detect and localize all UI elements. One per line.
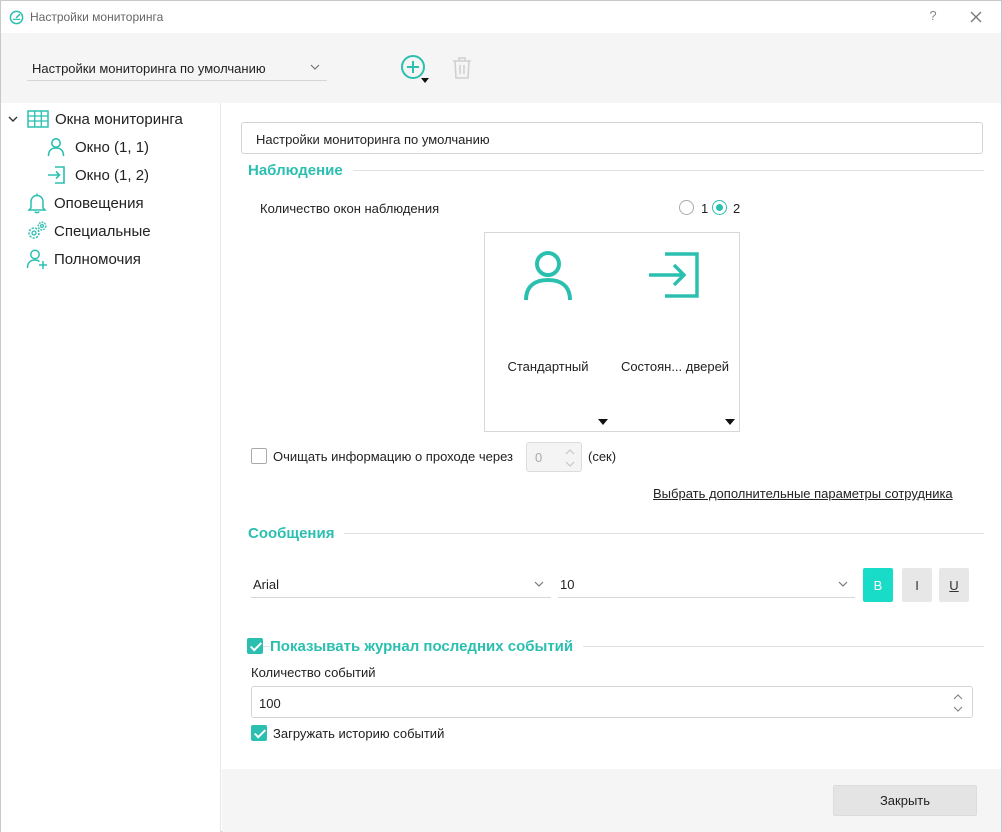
- dropdown-arrow-icon[interactable]: [598, 419, 608, 425]
- windows-count-label: Количество окон наблюдения: [260, 201, 440, 216]
- sidebar-item-label: Окна мониторинга: [55, 110, 183, 128]
- window-title: Настройки мониторинга: [30, 10, 164, 24]
- dropdown-arrow-icon[interactable]: [725, 419, 735, 425]
- stepper-arrows-icon[interactable]: [952, 691, 964, 715]
- help-button[interactable]: ?: [925, 8, 941, 23]
- sidebar-item-label: Окно (1, 1): [75, 138, 150, 156]
- chevron-down-icon: [310, 64, 320, 70]
- close-icon[interactable]: [968, 9, 984, 25]
- section-title-journal: Показывать журнал последних событий: [270, 638, 584, 655]
- person-icon: [524, 251, 572, 301]
- settings-content: Настройки мониторинга по умолчанию Наблю…: [222, 103, 1001, 769]
- clear-seconds-value: 0: [535, 450, 543, 465]
- profile-select-value: Настройки мониторинга по умолчанию: [32, 61, 266, 76]
- windows-layout-panel: Стандартный Состоян... дверей: [484, 232, 740, 432]
- radio-windows-1-label: 1: [701, 201, 709, 216]
- sidebar-item-notifications[interactable]: Оповещения: [26, 191, 144, 215]
- sidebar-item-window-1-1[interactable]: Окно (1, 1): [46, 135, 149, 159]
- load-history-checkbox[interactable]: [251, 725, 267, 741]
- delete-profile-button[interactable]: [450, 55, 474, 81]
- profile-name-input[interactable]: Настройки мониторинга по умолчанию: [241, 122, 983, 154]
- sidebar-item-label: Окно (1, 2): [75, 166, 150, 184]
- font-size-value: 10: [560, 577, 575, 592]
- sidebar-item-label: Оповещения: [54, 194, 144, 212]
- gauge-icon: [9, 10, 24, 25]
- section-title-observation: Наблюдение: [248, 162, 353, 179]
- underline-button[interactable]: U: [939, 568, 969, 602]
- profile-select[interactable]: Настройки мониторинга по умолчанию: [27, 55, 327, 81]
- events-count-label: Количество событий: [251, 665, 376, 680]
- italic-button[interactable]: I: [902, 568, 932, 602]
- load-history-label: Загружать историю событий: [273, 726, 445, 741]
- clear-info-checkbox[interactable]: [251, 448, 267, 464]
- font-size-select[interactable]: 10: [558, 572, 855, 598]
- bell-icon: [27, 193, 47, 214]
- clear-seconds-stepper[interactable]: 0: [526, 442, 582, 472]
- sidebar-item-label: Специальные: [54, 222, 151, 240]
- sidebar-item-permissions[interactable]: Полномочия: [26, 247, 141, 271]
- sidebar-item-label: Полномочия: [54, 250, 141, 268]
- window-cell-label-2[interactable]: Состоян... дверей: [615, 359, 735, 374]
- events-count-input[interactable]: 100: [251, 686, 973, 718]
- sidebar-item-special[interactable]: Специальные: [26, 219, 151, 243]
- add-profile-button[interactable]: [399, 53, 431, 85]
- sidebar: Окна мониторинга Окно (1, 1) Окно (1, 2)…: [1, 103, 221, 832]
- sidebar-item-window-1-2[interactable]: Окно (1, 2): [46, 163, 149, 187]
- radio-windows-2-label: 2: [733, 201, 741, 216]
- section-divider: [248, 170, 984, 171]
- events-count-value: 100: [259, 696, 281, 711]
- chevron-down-icon: [534, 581, 544, 587]
- grid-icon: [27, 110, 49, 128]
- chevron-down-icon: [838, 581, 848, 587]
- sidebar-item-monitoring-windows[interactable]: Окна мониторинга: [7, 107, 183, 131]
- stepper-arrows-icon[interactable]: [565, 447, 575, 469]
- clear-unit-label: (сек): [588, 449, 617, 464]
- chevron-down-icon[interactable]: [7, 113, 19, 125]
- footer: Закрыть: [222, 769, 1001, 832]
- bold-button[interactable]: B: [863, 568, 893, 602]
- section-title-messages: Сообщения: [248, 525, 345, 542]
- user-add-icon: [26, 249, 47, 269]
- settings-window: Настройки мониторинга ? Настройки монито…: [0, 0, 1002, 832]
- window-cell-label-1[interactable]: Стандартный: [488, 359, 608, 374]
- clear-info-label: Очищать информацию о проходе через: [273, 449, 514, 464]
- door-enter-icon: [48, 166, 65, 184]
- show-journal-checkbox[interactable]: [247, 638, 263, 654]
- extra-employee-params-link[interactable]: Выбрать дополнительные параметры сотрудн…: [653, 486, 953, 501]
- font-family-select[interactable]: Arial: [251, 572, 551, 598]
- gears-icon: [28, 221, 47, 239]
- radio-windows-1[interactable]: [679, 200, 694, 215]
- person-icon: [47, 138, 65, 157]
- section-divider: [248, 533, 984, 534]
- door-enter-icon: [649, 252, 699, 298]
- radio-windows-2[interactable]: [712, 200, 727, 215]
- title-bar: Настройки мониторинга ?: [1, 1, 1001, 33]
- close-button[interactable]: Закрыть: [833, 785, 977, 816]
- font-family-value: Arial: [253, 577, 280, 592]
- toolbar: Настройки мониторинга по умолчанию: [1, 33, 1001, 103]
